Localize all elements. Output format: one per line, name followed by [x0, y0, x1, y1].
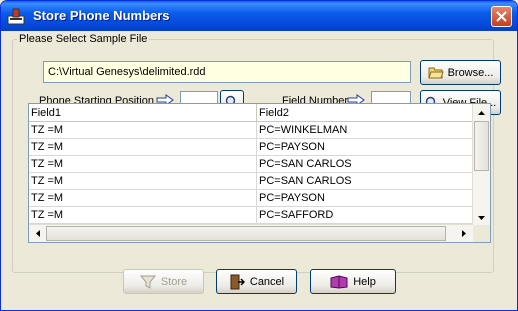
column-header-field1[interactable]: Field1	[29, 104, 257, 121]
arrow-up-icon	[478, 110, 485, 115]
folder-open-icon	[427, 67, 444, 78]
arrow-down-icon	[478, 215, 485, 220]
close-icon	[496, 11, 507, 22]
arrow-right-small-icon	[461, 230, 466, 237]
table-row[interactable]: TZ =M PC=SAN CARLOS	[29, 156, 473, 173]
horizontal-scrollbar[interactable]	[29, 224, 473, 242]
dialog-window: Store Phone Numbers Please Select Sample…	[0, 0, 518, 311]
table-row[interactable]: TZ =M PC=SAFFORD	[29, 207, 473, 224]
arrow-left-icon	[35, 230, 40, 237]
help-book-icon	[330, 274, 348, 289]
scroll-corner	[473, 225, 490, 242]
scroll-down-button[interactable]	[474, 210, 489, 225]
table-row[interactable]: TZ =M PC=SAN CARLOS	[29, 173, 473, 190]
grid-cell: TZ =M	[29, 173, 257, 189]
exit-door-icon	[230, 274, 245, 289]
grid-cell: TZ =M	[29, 156, 257, 172]
window-title: Store Phone Numbers	[33, 8, 170, 23]
grid-cell: TZ =M	[29, 207, 257, 223]
grid-header: Field1 Field2	[29, 104, 473, 122]
grid-cell: PC=SAN CARLOS	[257, 173, 473, 189]
grid-cell: PC=SAN CARLOS	[257, 156, 473, 172]
cancel-button[interactable]: Cancel	[216, 269, 297, 294]
grid-cell: PC=WINKELMAN	[257, 122, 473, 138]
grid-cell: PC=SAFFORD	[257, 207, 473, 223]
column-header-field2[interactable]: Field2	[257, 104, 473, 121]
store-button[interactable]: Store	[123, 269, 204, 294]
table-row[interactable]: TZ =M PC=PAYSON	[29, 139, 473, 156]
help-button-label: Help	[353, 275, 376, 288]
grid-cell: PC=PAYSON	[257, 190, 473, 206]
grid-cell: TZ =M	[29, 139, 257, 155]
browse-button[interactable]: Browse...	[420, 60, 501, 85]
dialog-body: Please Select Sample File C:\Virtual Gen…	[4, 31, 514, 308]
group-legend: Please Select Sample File	[19, 33, 148, 45]
table-row[interactable]: TZ =M PC=PAYSON	[29, 190, 473, 207]
store-button-label: Store	[160, 275, 188, 288]
filter-funnel-icon	[139, 275, 156, 289]
help-button[interactable]: Help	[310, 269, 396, 294]
close-button[interactable]	[491, 6, 512, 27]
app-icon	[7, 7, 25, 25]
grid-cell: TZ =M	[29, 190, 257, 206]
browse-button-label: Browse...	[447, 66, 494, 79]
scroll-right-button[interactable]	[456, 226, 471, 241]
scroll-up-button[interactable]	[474, 105, 489, 120]
grid-cell: TZ =M	[29, 122, 257, 138]
table-row[interactable]: TZ =M PC=WINKELMAN	[29, 122, 473, 139]
sample-data-grid[interactable]: Field1 Field2 TZ =M PC=WINKELMAN TZ =M P…	[28, 103, 491, 243]
horizontal-scroll-thumb[interactable]	[46, 226, 446, 241]
scroll-left-button[interactable]	[30, 226, 45, 241]
cancel-button-label: Cancel	[249, 275, 285, 288]
grid-cell: PC=PAYSON	[257, 139, 473, 155]
vertical-scrollbar[interactable]	[472, 104, 490, 226]
file-path-field[interactable]: C:\Virtual Genesys\delimited.rdd	[43, 61, 411, 83]
title-bar[interactable]: Store Phone Numbers	[1, 1, 517, 31]
vertical-scroll-thumb[interactable]	[474, 121, 489, 171]
